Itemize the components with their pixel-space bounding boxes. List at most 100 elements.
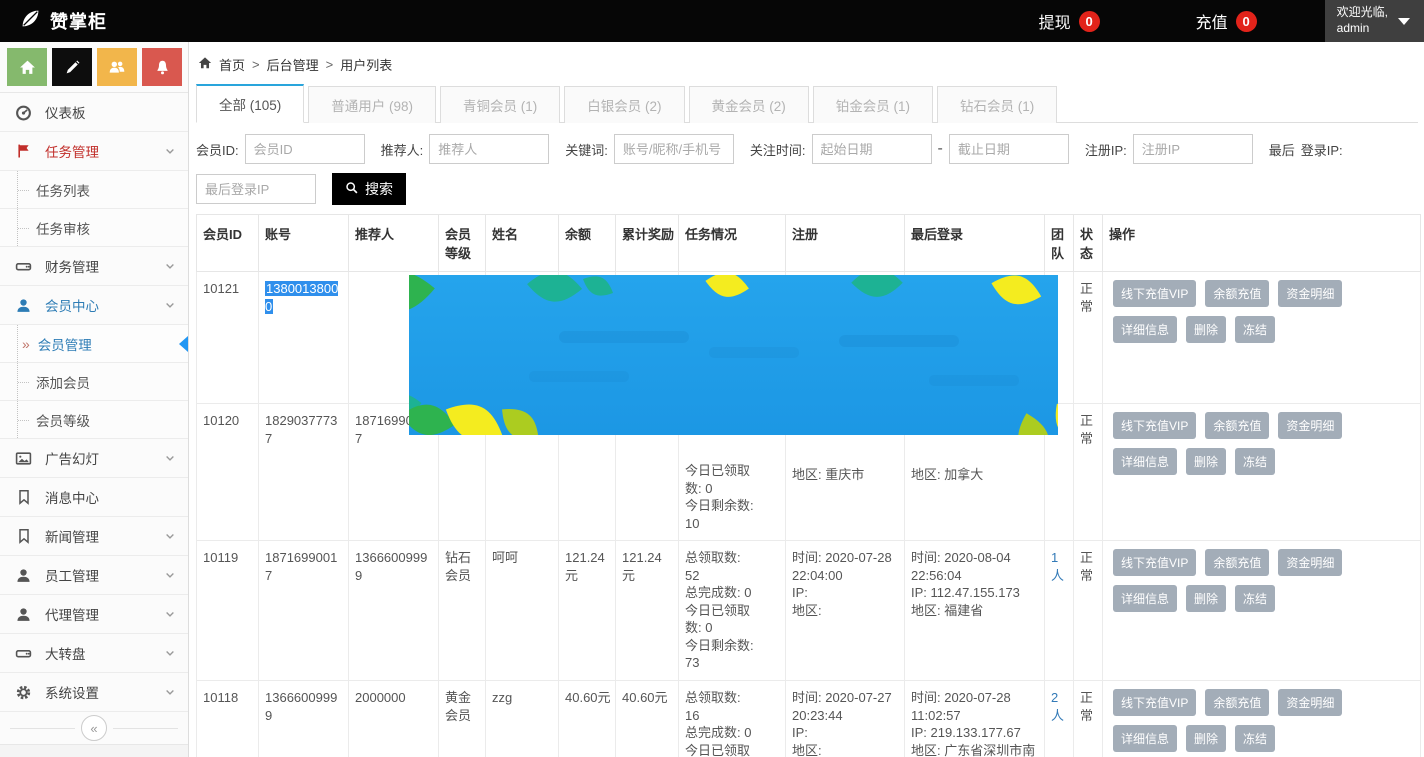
cell-status: 正常 (1074, 541, 1103, 681)
table-row: 10118 13666009999 2000000 黄金会员 zzg 40.60… (197, 681, 1421, 757)
offline-recharge-vip-button[interactable]: 线下充值VIP (1113, 280, 1196, 307)
member-id-input[interactable] (245, 134, 365, 164)
fund-details-button[interactable]: 资金明细 (1278, 689, 1342, 716)
balance-recharge-button[interactable]: 余额充值 (1205, 280, 1269, 307)
tab-all[interactable]: 全部 (105) (196, 84, 304, 123)
cell-account: 13666009999 (259, 681, 349, 757)
freeze-button[interactable]: 冻结 (1235, 725, 1275, 752)
team-count-link[interactable]: 1 人 (1051, 550, 1064, 583)
balance-recharge-button[interactable]: 余额充值 (1205, 412, 1269, 439)
sidebar-item-system-settings[interactable]: 系统设置 (0, 673, 188, 712)
fund-details-button[interactable]: 资金明细 (1278, 549, 1342, 576)
freeze-button[interactable]: 冻结 (1235, 585, 1275, 612)
username: admin (1337, 21, 1388, 37)
sidebar-item-lucky-wheel[interactable]: 大转盘 (0, 634, 188, 673)
register-ip-label: 注册IP: (1085, 140, 1127, 159)
cell-account: 18716990017 (259, 541, 349, 681)
cell-last-login: 时间: 2020-08-04 22:56:04 IP: 112.47.155.1… (905, 541, 1045, 681)
withdraw-count-badge: 0 (1079, 11, 1100, 32)
tab-silver-member[interactable]: 白银会员 (2) (564, 86, 684, 123)
bell-quick-icon[interactable] (142, 48, 182, 86)
cell-level: 钻石会员 (439, 541, 486, 681)
sidebar-item-ad-slides[interactable]: 广告幻灯 (0, 439, 188, 478)
user-icon (15, 567, 32, 584)
tab-normal-user[interactable]: 普通用户 (98) (308, 86, 436, 123)
sidebar-item-news-management[interactable]: 新闻管理 (0, 517, 188, 556)
col-register: 注册 (786, 215, 905, 272)
member-id-label: 会员ID: (196, 140, 239, 159)
sidebar-collapse-button[interactable]: « (81, 715, 107, 741)
offline-recharge-vip-button[interactable]: 线下充值VIP (1113, 412, 1196, 439)
sidebar-item-staff-management[interactable]: 员工管理 (0, 556, 188, 595)
last-login-ip-input[interactable] (196, 174, 316, 204)
cell-name: 呵呵 (486, 541, 559, 681)
search-icon (345, 181, 359, 198)
sidebar-item-task-list[interactable]: 任务列表 (0, 171, 188, 209)
cell-reward: 40.60元 (616, 681, 679, 757)
pencil-quick-icon[interactable] (52, 48, 92, 86)
detail-info-button[interactable]: 详细信息 (1113, 585, 1177, 612)
table-row: 10119 18716990017 13666009999 钻石会员 呵呵 12… (197, 541, 1421, 681)
breadcrumb-user-list: 用户列表 (340, 55, 392, 74)
sidebar-item-dashboard[interactable]: 仪表板 (0, 93, 188, 132)
detail-info-button[interactable]: 详细信息 (1113, 725, 1177, 752)
sidebar-item-task-management[interactable]: 任务管理 (0, 132, 188, 171)
col-balance: 余额 (559, 215, 616, 272)
team-count-link[interactable]: 2 人 (1051, 690, 1064, 723)
tab-platinum-member[interactable]: 铂金会员 (1) (813, 86, 933, 123)
sidebar-item-member-management[interactable]: » 会员管理 (0, 325, 188, 363)
sidebar-item-finance-management[interactable]: 财务管理 (0, 247, 188, 286)
delete-button[interactable]: 删除 (1186, 448, 1226, 475)
cell-status: 正常 (1074, 681, 1103, 757)
home-quick-icon[interactable] (7, 48, 47, 86)
tachometer-icon (15, 104, 32, 121)
cell-task: 总领取数: 52 总完成数: 0 今日已领取 数: 0 今日剩余数: 73 (679, 541, 786, 681)
sidebar-item-message-center[interactable]: 消息中心 (0, 478, 188, 517)
keyword-input[interactable] (614, 134, 734, 164)
balance-recharge-button[interactable]: 余额充值 (1205, 689, 1269, 716)
referrer-input[interactable] (429, 134, 549, 164)
sidebar-item-member-center[interactable]: 会员中心 (0, 286, 188, 325)
register-ip-input[interactable] (1133, 134, 1253, 164)
sidebar-item-agent-management[interactable]: 代理管理 (0, 595, 188, 634)
delete-button[interactable]: 删除 (1186, 725, 1226, 752)
active-arrow-marker (179, 336, 188, 352)
detail-info-button[interactable]: 详细信息 (1113, 316, 1177, 343)
delete-button[interactable]: 删除 (1186, 316, 1226, 343)
freeze-button[interactable]: 冻结 (1235, 316, 1275, 343)
tab-gold-member[interactable]: 黄金会员 (2) (689, 86, 809, 123)
breadcrumb-admin[interactable]: 后台管理 (267, 55, 319, 74)
balance-recharge-button[interactable]: 余额充值 (1205, 549, 1269, 576)
user-menu[interactable]: 欢迎光临, admin (1325, 0, 1424, 42)
cell-balance: 121.24元 (559, 541, 616, 681)
search-button[interactable]: 搜索 (332, 173, 406, 205)
offline-recharge-vip-button[interactable]: 线下充值VIP (1113, 689, 1196, 716)
cell-referrer: 2000000 (349, 681, 439, 757)
chevron-down-icon (164, 260, 176, 272)
start-date-input[interactable] (812, 134, 932, 164)
offline-recharge-vip-button[interactable]: 线下充值VIP (1113, 549, 1196, 576)
chevron-down-icon (164, 299, 176, 311)
breadcrumb-home[interactable]: 首页 (219, 55, 245, 74)
fund-details-button[interactable]: 资金明细 (1278, 280, 1342, 307)
sidebar-item-task-review[interactable]: 任务审核 (0, 209, 188, 247)
recharge-menu[interactable]: 充值 0 (1196, 9, 1257, 33)
col-actions: 操作 (1103, 215, 1421, 272)
users-quick-icon[interactable] (97, 48, 137, 86)
tab-bronze-member[interactable]: 青铜会员 (1) (440, 86, 560, 123)
end-date-input[interactable] (949, 134, 1069, 164)
user-icon (15, 606, 32, 623)
detail-info-button[interactable]: 详细信息 (1113, 448, 1177, 475)
cell-member-id: 10118 (197, 681, 259, 757)
table-header-row: 会员ID 账号 推荐人 会员等级 姓名 余额 累计奖励 任务情况 注册 最后登录… (197, 215, 1421, 272)
sidebar-item-member-level[interactable]: 会员等级 (0, 401, 188, 439)
withdraw-menu[interactable]: 提现 0 (1039, 9, 1100, 33)
cell-account: 13800138000 (259, 272, 349, 404)
delete-button[interactable]: 删除 (1186, 585, 1226, 612)
sidebar-item-add-member[interactable]: 添加会员 (0, 363, 188, 401)
col-last-login: 最后登录 (905, 215, 1045, 272)
fund-details-button[interactable]: 资金明细 (1278, 412, 1342, 439)
tab-diamond-member[interactable]: 钻石会员 (1) (937, 86, 1057, 123)
freeze-button[interactable]: 冻结 (1235, 448, 1275, 475)
bookmark-icon (15, 528, 32, 545)
